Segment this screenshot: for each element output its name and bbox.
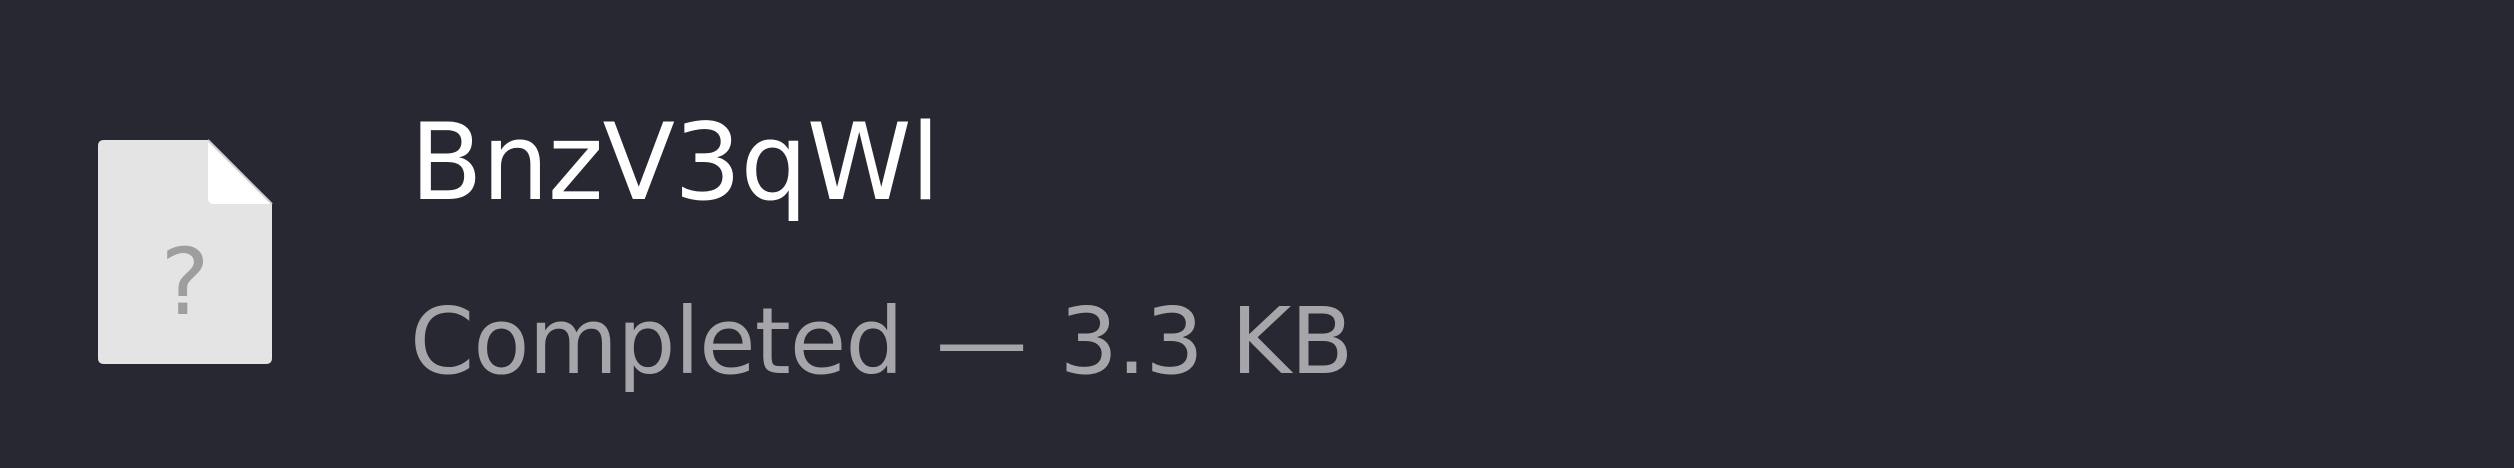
download-status-line: Completed — 3.3 KB — [410, 282, 1353, 402]
download-status: Completed — [410, 288, 904, 395]
unknown-file-icon: ? — [96, 138, 276, 366]
download-filename: BnzV3qWl — [410, 101, 940, 224]
download-size: 3.3 KB — [1059, 288, 1353, 395]
status-separator: — — [935, 288, 1028, 395]
question-mark-glyph: ? — [161, 229, 210, 336]
download-item[interactable]: ? BnzV3qWl Completed — 3.3 KB — [0, 0, 2514, 468]
